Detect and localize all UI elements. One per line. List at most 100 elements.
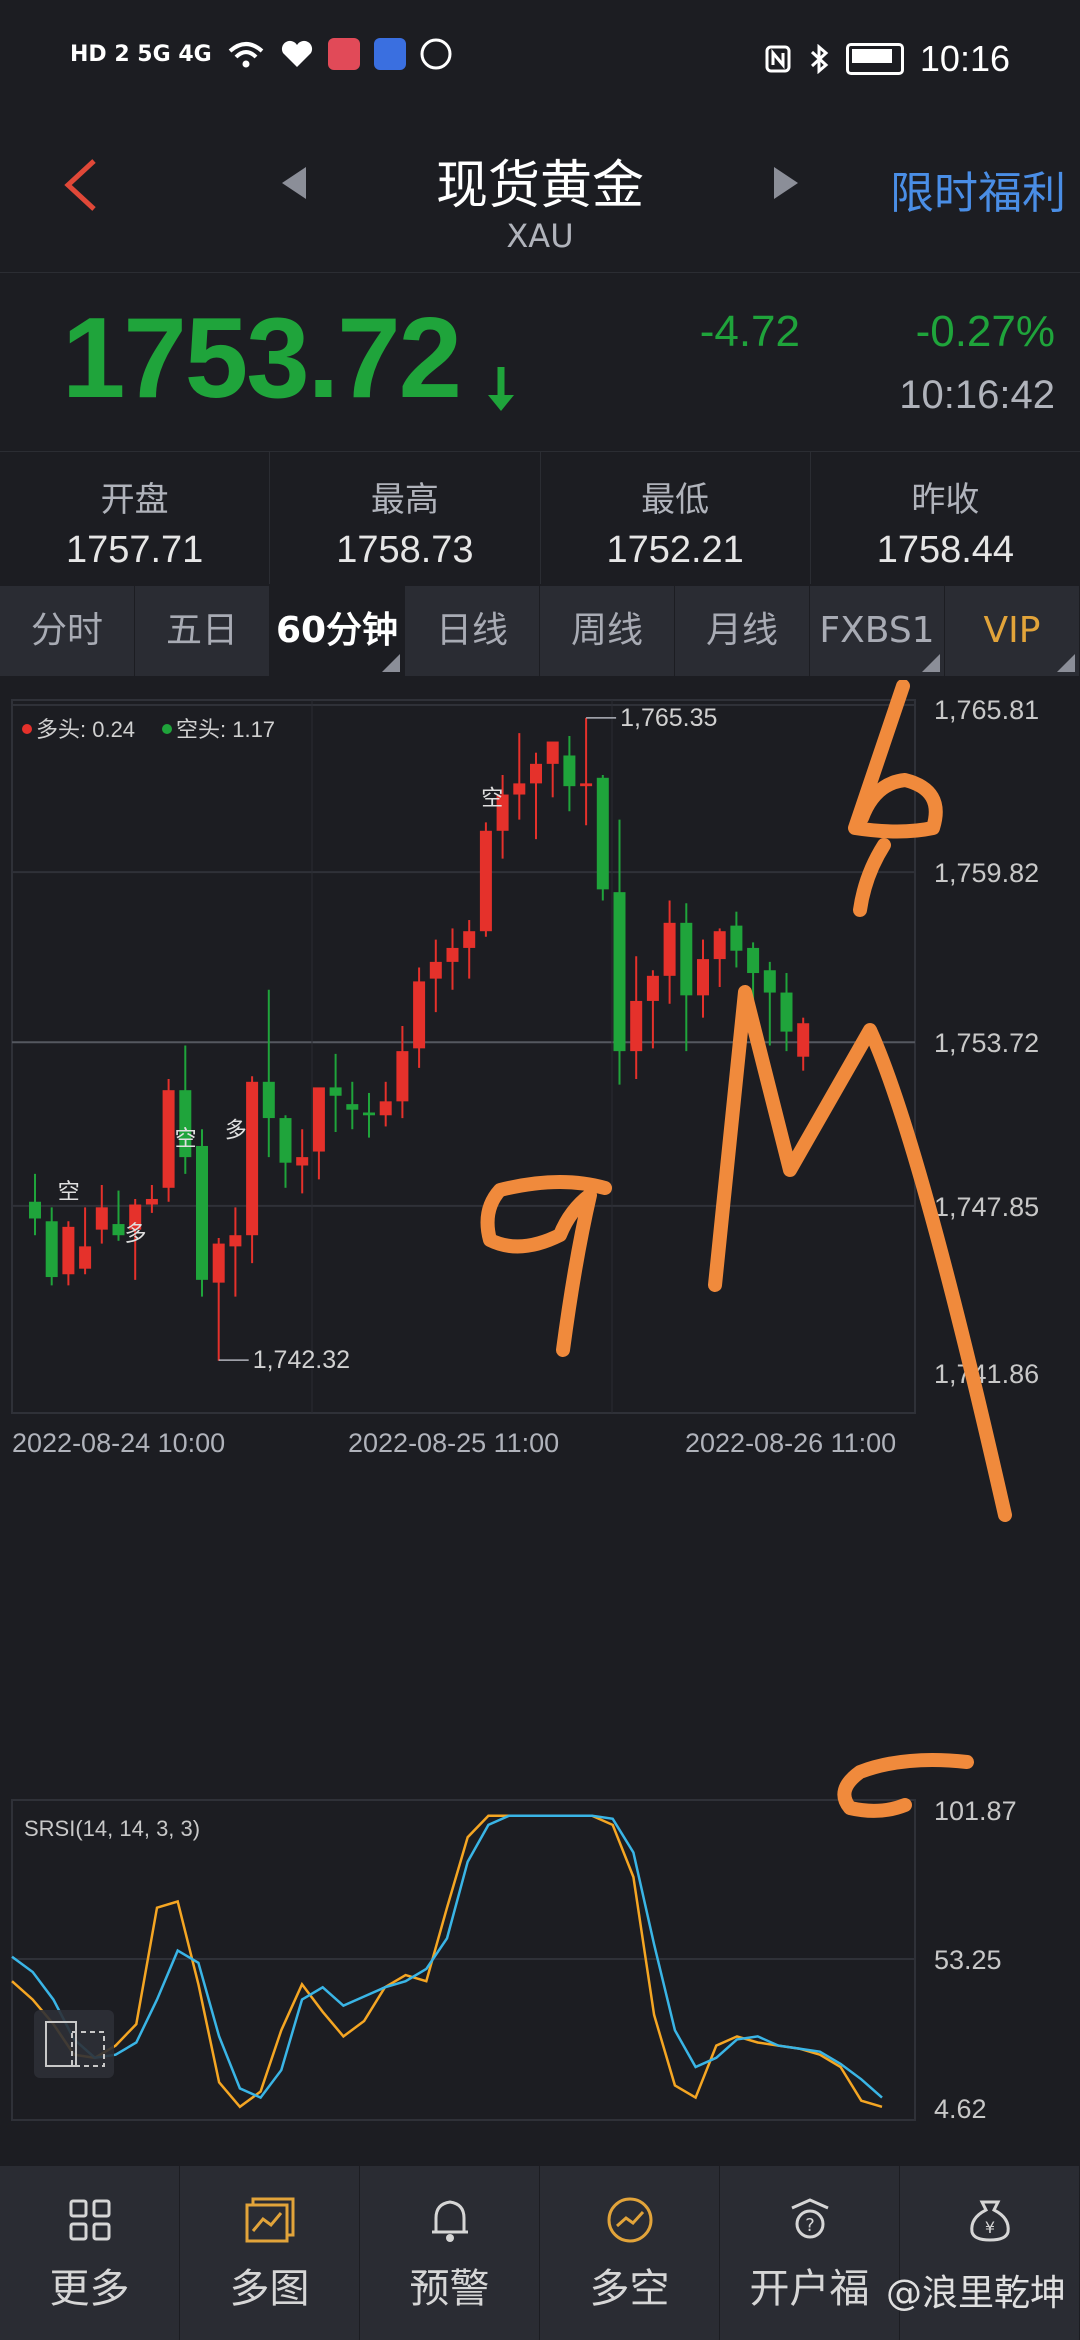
nav-label: 多图 — [229, 2266, 310, 2312]
y-tick-label: 1,741.86 — [934, 1359, 1039, 1389]
candle — [29, 1173, 41, 1236]
tab-weekly[interactable]: 周线 — [540, 586, 675, 676]
candle — [329, 1053, 342, 1133]
nav-long-short[interactable]: 多空 — [540, 2166, 720, 2340]
candle — [646, 970, 659, 1049]
candle — [229, 1207, 242, 1297]
tab-daily[interactable]: 日线 — [405, 586, 540, 676]
candle-body — [797, 1023, 810, 1057]
stat-value: 1757.71 — [65, 529, 204, 571]
nav-multi-chart[interactable]: 多图 — [180, 2166, 360, 2340]
candle — [279, 1115, 292, 1188]
extreme-price-label: 1,765.35 — [620, 704, 717, 732]
x-tick-label: 2022-08-25 11:00 — [348, 1428, 559, 1458]
tab-indicator[interactable]: FXBS1 — [810, 586, 945, 676]
nav-alert[interactable]: 预警 — [360, 2166, 540, 2340]
x-tick-label: 2022-08-24 10:00 — [12, 1428, 225, 1458]
candle-body — [379, 1101, 392, 1116]
candle-body — [196, 1145, 208, 1280]
candle — [763, 961, 776, 1046]
candle — [463, 920, 476, 979]
price-change-percent: -0.27% — [915, 307, 1055, 356]
shield-icon — [420, 38, 452, 70]
candle — [246, 1076, 259, 1264]
srsi-title: SRSI(14, 14, 3, 3) — [24, 1816, 200, 1841]
candle-body — [162, 1090, 175, 1188]
nav-label: 多空 — [589, 2266, 670, 2312]
kline-annotations: 1,765.35 1,742.32 — [218, 704, 717, 1374]
legend-label: 多头: 0.24 — [36, 717, 135, 742]
multi-chart-icon — [245, 2197, 294, 2243]
stat-label: 最高 — [370, 480, 439, 520]
dropdown-corner-icon — [382, 654, 400, 672]
clock: 10:16 — [919, 38, 1010, 79]
tab-intraday[interactable]: 分时 — [0, 586, 135, 676]
candle — [613, 819, 626, 1085]
signal-label: 多 — [225, 1119, 247, 1144]
candle-body — [479, 830, 492, 932]
promo-link[interactable]: 限时福利 — [890, 157, 1066, 221]
stat-label: 最低 — [641, 480, 710, 520]
wifi-icon — [228, 42, 264, 68]
candle-body — [446, 947, 459, 962]
nav-open-account[interactable]: ? 开户福 — [720, 2166, 900, 2340]
svg-text:¥: ¥ — [984, 2218, 994, 2237]
nav-more[interactable]: 更多 — [0, 2166, 180, 2340]
x-tick-label: 2022-08-26 11:00 — [685, 1428, 896, 1458]
fullscreen-toggle[interactable] — [34, 2010, 114, 2078]
candle — [296, 1129, 309, 1194]
legend-label: 空头: 1.17 — [176, 717, 275, 742]
kline-signals: 空多空 多空 — [58, 787, 504, 1247]
candle — [780, 973, 793, 1052]
candle-body — [613, 892, 626, 1052]
app-notification-icon — [327, 38, 360, 70]
nav-label: 开户福 — [749, 2266, 870, 2312]
candle — [429, 939, 442, 1013]
chart-area[interactable]: 1,765.81 1,759.82 1,753.72 1,747.85 1,741.86… — [0, 680, 1080, 2160]
tab-60min[interactable]: 60分钟 — [270, 586, 405, 676]
signal-label: 空 — [175, 1127, 197, 1152]
trend-circle-icon — [607, 2197, 652, 2243]
candle — [446, 928, 459, 990]
network-indicator: HD 2 5G 4G — [70, 41, 212, 67]
candle-body — [463, 931, 476, 948]
candle — [797, 1017, 810, 1071]
candle — [530, 752, 542, 840]
bell-icon — [431, 2200, 468, 2242]
extreme-price-label: 1,742.32 — [253, 1346, 350, 1374]
srsi-series-line — [11, 1814, 883, 2100]
heart-icon — [281, 40, 312, 67]
dropdown-corner-icon — [1057, 654, 1075, 672]
tab-monthly[interactable]: 月线 — [675, 586, 810, 676]
tab-vip[interactable]: VIP — [945, 586, 1080, 676]
stat-label: 开盘 — [100, 480, 169, 520]
bluetooth-icon — [810, 44, 829, 74]
candle-body — [229, 1235, 242, 1247]
app-notification-icon — [373, 38, 406, 70]
candle-body — [312, 1087, 325, 1152]
candle — [697, 939, 709, 1018]
candle-body — [646, 975, 659, 1001]
arrow-down-icon — [486, 365, 516, 427]
srsi-lines — [11, 1814, 883, 2109]
candle — [580, 717, 593, 826]
candle-body — [546, 741, 559, 764]
tab-label: VIP — [983, 610, 1041, 651]
candle — [262, 989, 275, 1158]
y-tick-label: 1,747.85 — [934, 1192, 1039, 1222]
candle-body — [45, 1221, 58, 1278]
candle-body — [680, 922, 693, 996]
candle — [145, 1185, 158, 1213]
candle — [596, 775, 609, 901]
candle-body — [530, 763, 542, 784]
stat-value: 1758.44 — [876, 529, 1015, 571]
stat-open: 开盘 1757.71 — [0, 452, 271, 584]
tab-five-day[interactable]: 五日 — [135, 586, 270, 676]
candle — [45, 1207, 58, 1286]
candle-body — [413, 981, 426, 1049]
status-icons-left: HD 2 5G 4G — [70, 38, 452, 70]
candle-body — [296, 1157, 309, 1166]
stat-label: 昨收 — [911, 480, 980, 520]
next-instrument-button[interactable] — [774, 167, 798, 199]
candle — [212, 1238, 225, 1361]
